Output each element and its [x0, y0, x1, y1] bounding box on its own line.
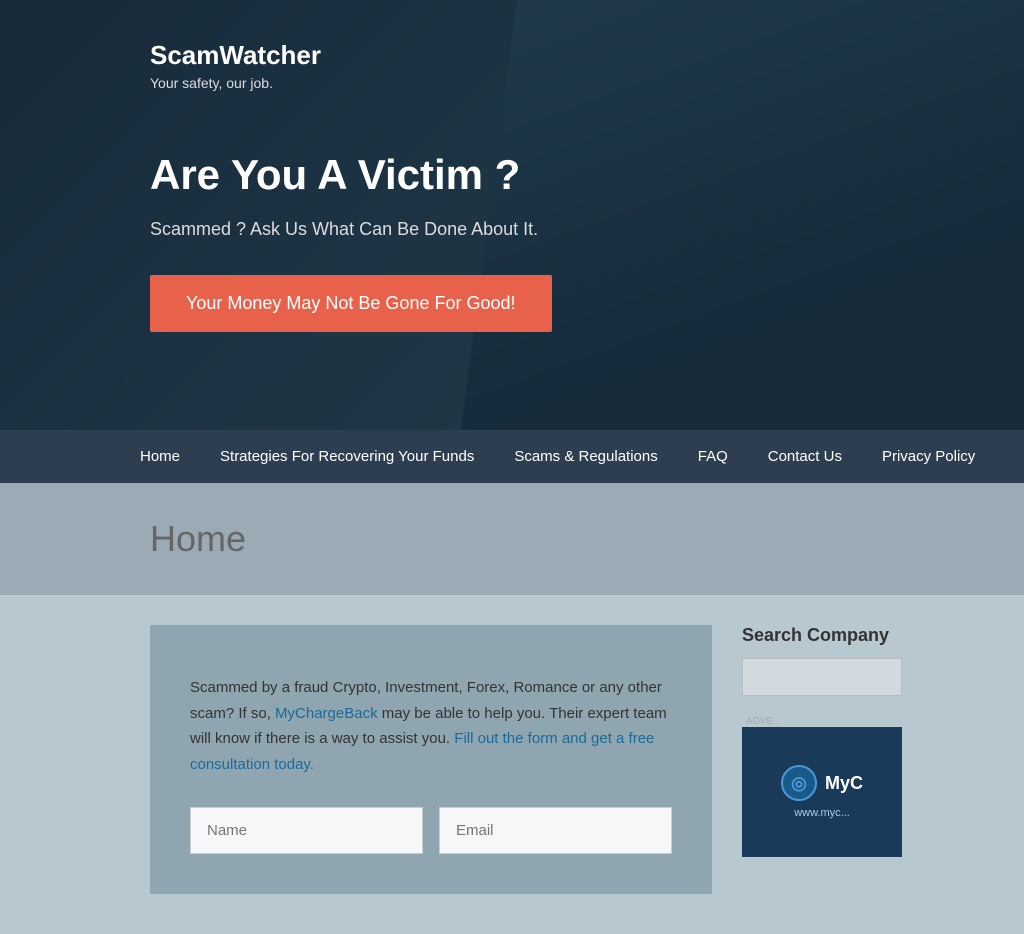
main-content: Scammed by a fraud Crypto, Investment, F… — [0, 595, 1024, 934]
page-title-area: Home — [0, 483, 1024, 595]
contact-form-row — [190, 807, 672, 854]
hero-headline: Are You A Victim ? — [150, 151, 1024, 199]
nav-item-faq[interactable]: FAQ — [678, 430, 748, 483]
nav-item-scams[interactable]: Scams & Regulations — [494, 430, 677, 483]
mychargeback-icon: ◎ — [781, 765, 817, 801]
mychargeback-link1[interactable]: MyChargeBack — [275, 705, 378, 722]
site-tagline: Your safety, our job. — [150, 75, 1024, 91]
nav-item-home[interactable]: Home — [120, 430, 200, 483]
sidebar: Search Company ADVE... ◎ MyC www.myc... — [742, 625, 902, 894]
sidebar-ad-inner: ◎ MyC www.myc... — [742, 727, 902, 857]
page-title: Home — [150, 518, 874, 560]
sidebar-ad-logo: ◎ MyC — [781, 765, 863, 801]
hero-subtext: Scammed ? Ask Us What Can Be Done About … — [150, 219, 1024, 240]
content-card-text: Scammed by a fraud Crypto, Investment, F… — [190, 675, 672, 777]
sidebar-ad-box[interactable]: ◎ MyC www.myc... — [742, 727, 902, 857]
sidebar-ad-url: www.myc... — [794, 807, 850, 819]
hero-section: ScamWatcher Your safety, our job. Are Yo… — [0, 0, 1024, 430]
sidebar-search-title: Search Company — [742, 625, 902, 646]
sidebar-search-box[interactable] — [742, 658, 902, 696]
email-input[interactable] — [439, 807, 672, 854]
text-part2: may be able to help you. — [382, 705, 545, 722]
navbar: Home Strategies For Recovering Your Fund… — [0, 430, 1024, 483]
site-logo: ScamWatcher — [150, 40, 1024, 71]
nav-item-privacy[interactable]: Privacy Policy — [862, 430, 995, 483]
sidebar-ad-label: ADVE... — [742, 716, 902, 727]
nav-item-strategies[interactable]: Strategies For Recovering Your Funds — [200, 430, 494, 483]
sidebar-ad-text: MyC — [825, 773, 863, 794]
hero-cta-button[interactable]: Your Money May Not Be Gone For Good! — [150, 275, 552, 332]
name-input[interactable] — [190, 807, 423, 854]
content-card: Scammed by a fraud Crypto, Investment, F… — [150, 625, 712, 894]
hero-content: ScamWatcher Your safety, our job. Are Yo… — [0, 0, 1024, 332]
nav-item-contact[interactable]: Contact Us — [748, 430, 862, 483]
navbar-inner: Home Strategies For Recovering Your Fund… — [0, 430, 1024, 483]
